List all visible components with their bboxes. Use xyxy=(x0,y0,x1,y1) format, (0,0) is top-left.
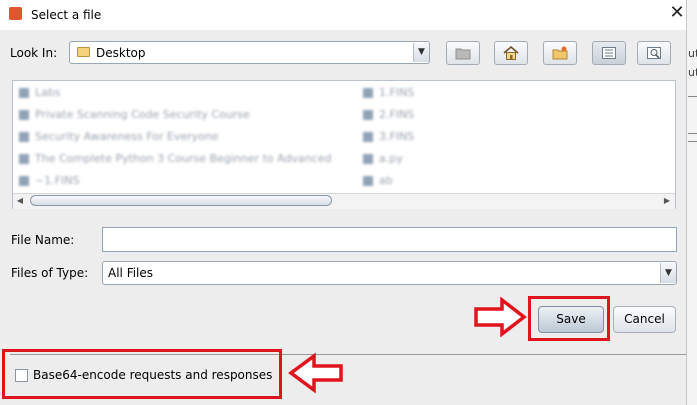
folder-icon xyxy=(77,47,90,57)
background-divider xyxy=(688,133,697,134)
chevron-down-icon[interactable]: ▼ xyxy=(413,43,429,62)
look-in-label: Look In: xyxy=(10,46,58,60)
base64-highlight-box xyxy=(2,349,282,399)
list-item[interactable]: 2.FINS xyxy=(363,108,414,121)
home-button[interactable] xyxy=(494,41,528,65)
save-highlight-box xyxy=(528,296,610,341)
file-icon xyxy=(363,176,373,186)
list-item[interactable]: Security Awareness For Everyone xyxy=(19,130,219,143)
details-view-button[interactable] xyxy=(637,41,671,65)
file-icon xyxy=(363,110,373,120)
list-item[interactable]: 3.FINS xyxy=(363,130,414,143)
list-item[interactable]: a.py xyxy=(363,152,403,165)
files-of-type-label: Files of Type: xyxy=(11,266,89,280)
look-in-value: Desktop xyxy=(96,46,146,60)
list-view-icon xyxy=(602,47,616,59)
folder-icon xyxy=(19,110,29,120)
cancel-button[interactable]: Cancel xyxy=(613,306,676,333)
scroll-left-icon[interactable]: ◀ xyxy=(15,196,25,206)
background-divider xyxy=(688,96,697,97)
list-item[interactable]: Labs xyxy=(19,86,61,99)
files-of-type-value: All Files xyxy=(108,266,154,280)
file-name-input[interactable] xyxy=(102,227,677,252)
window-title: Select a file xyxy=(31,8,102,22)
background-window-strip xyxy=(686,0,697,405)
list-item[interactable]: The Complete Python 3 Course Beginner to… xyxy=(19,152,331,165)
list-item[interactable]: ~1.FINS xyxy=(19,174,80,187)
background-divider xyxy=(688,141,697,142)
chevron-down-icon[interactable]: ▼ xyxy=(660,263,676,283)
arrow-left-annotation-icon xyxy=(288,352,343,394)
app-icon xyxy=(9,7,22,20)
background-text: ut xyxy=(688,47,697,60)
list-item[interactable]: 1.FINS xyxy=(363,86,414,99)
background-text: ut xyxy=(688,66,697,79)
file-list[interactable]: Labs Private Scanning Code Security Cour… xyxy=(12,80,676,209)
new-folder-icon xyxy=(552,46,568,60)
scroll-right-icon[interactable]: ▶ xyxy=(662,196,672,206)
close-icon[interactable]: ✕ xyxy=(667,3,687,23)
list-item[interactable]: ab xyxy=(363,174,393,187)
files-of-type-dropdown[interactable] xyxy=(102,261,677,285)
arrow-right-annotation-icon xyxy=(474,297,527,337)
folder-icon xyxy=(19,132,29,142)
list-item[interactable]: Private Scanning Code Security Course xyxy=(19,108,250,121)
file-icon xyxy=(363,88,373,98)
folder-icon xyxy=(19,88,29,98)
list-view-button[interactable] xyxy=(592,41,626,65)
file-icon xyxy=(363,132,373,142)
home-icon xyxy=(503,46,519,60)
up-one-level-button[interactable] xyxy=(446,41,480,65)
folder-icon xyxy=(19,154,29,164)
file-icon xyxy=(363,154,373,164)
folder-up-icon xyxy=(455,48,471,60)
scrollbar-thumb[interactable] xyxy=(30,195,332,206)
title-bar xyxy=(0,0,686,30)
file-icon xyxy=(19,176,29,186)
file-name-label: File Name: xyxy=(11,233,75,247)
details-view-icon xyxy=(647,47,661,59)
new-folder-button[interactable] xyxy=(543,41,577,65)
